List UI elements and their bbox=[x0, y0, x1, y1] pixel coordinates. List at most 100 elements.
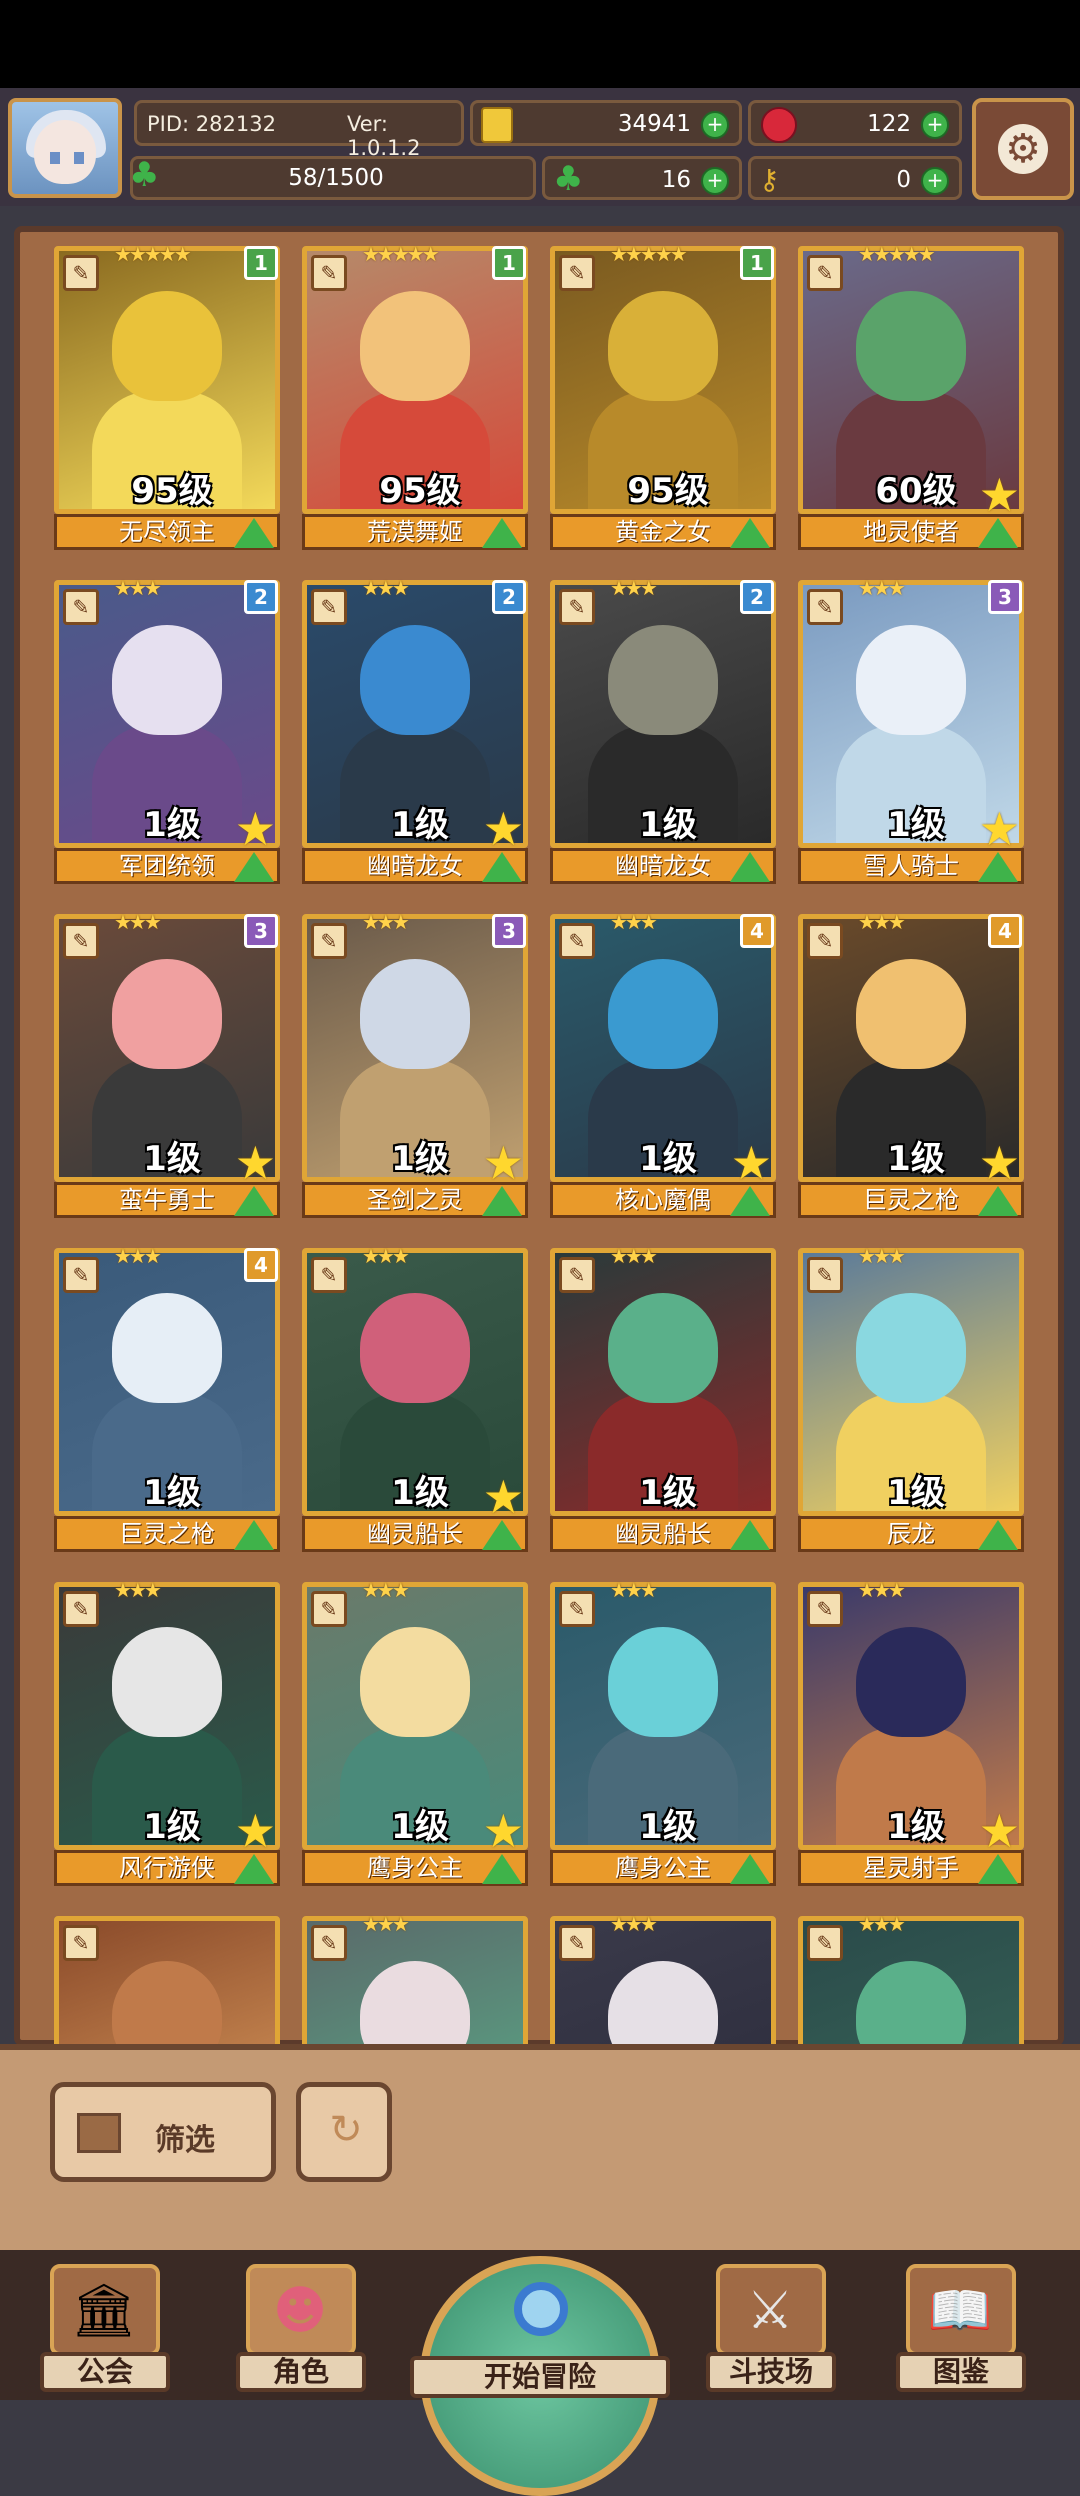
character-card[interactable]: ✎ 1级 ★★★ 2 ★ 幽暗龙女 bbox=[302, 576, 528, 886]
favorite-star-icon: ★ bbox=[978, 802, 1020, 856]
class-icon: ✎ bbox=[63, 1591, 99, 1627]
magnifier-icon bbox=[514, 2282, 568, 2336]
upgrade-arrow-icon bbox=[730, 518, 770, 548]
add-clover-button[interactable]: + bbox=[701, 167, 729, 195]
card-frame: ✎ 95级 bbox=[302, 246, 528, 514]
filter-button[interactable]: 筛选 bbox=[50, 2082, 276, 2182]
portrait-head bbox=[112, 1293, 222, 1403]
tier-badge: 3 bbox=[244, 914, 278, 948]
clover-value: 16 bbox=[661, 167, 691, 193]
character-card[interactable]: ✎ 1级 ★★★ 4 ★ 核心魔偶 bbox=[550, 910, 776, 1220]
character-card[interactable]: ✎ 1级 ★★★ 2 ★ 军团统领 bbox=[54, 576, 280, 886]
nav-guild[interactable]: 🏛 公会 bbox=[40, 2254, 170, 2394]
star-rating: ★★★ bbox=[610, 1578, 658, 1602]
favorite-star-icon: ★ bbox=[978, 468, 1020, 522]
character-card[interactable]: ✎ 1级 ★★★ ★ 幽灵船长 bbox=[302, 1244, 528, 1554]
character-card[interactable]: ✎ 95级 ★★★★★ 1 荒漠舞姬 bbox=[302, 246, 528, 552]
character-card[interactable]: ✎ 1级 ★★★ 4 ★ 巨灵之枪 bbox=[798, 910, 1024, 1220]
card-frame: ✎ 1级 bbox=[550, 580, 776, 848]
favorite-star-icon: ★ bbox=[234, 802, 276, 856]
grid-icon bbox=[77, 2113, 121, 2153]
character-card[interactable]: ✎ ★★★ bbox=[798, 1912, 1024, 2046]
avatar-face bbox=[34, 120, 96, 184]
character-card[interactable]: ✎ 1级 ★★★ 辰龙 bbox=[798, 1244, 1024, 1554]
star-rating: ★★★ bbox=[114, 576, 162, 600]
character-card[interactable]: ✎ 1级 ★★★ 3 ★ 圣剑之灵 bbox=[302, 910, 528, 1220]
character-card[interactable]: ✎ 95级 ★★★★★ 1 黄金之女 bbox=[550, 246, 776, 552]
class-icon: ✎ bbox=[63, 255, 99, 291]
nav-codex[interactable]: 📖 图鉴 bbox=[896, 2254, 1026, 2394]
character-card[interactable]: ✎ 1级 ★★★ ★ 星灵射手 bbox=[798, 1578, 1024, 1888]
upgrade-arrow-icon bbox=[730, 852, 770, 882]
status-bar bbox=[0, 0, 1080, 88]
character-card[interactable]: ✎ 1级 ★★★ 4 巨灵之枪 bbox=[54, 1244, 280, 1554]
version-text: Ver: 1.0.1.2 bbox=[347, 112, 421, 160]
class-icon: ✎ bbox=[807, 923, 843, 959]
character-card[interactable]: ✎ 95级 ★★★★★ 1 无尽领主 bbox=[54, 246, 280, 552]
class-icon: ✎ bbox=[63, 1257, 99, 1293]
upgrade-arrow-icon bbox=[234, 1520, 274, 1550]
class-icon: ✎ bbox=[311, 1591, 347, 1627]
character-card[interactable]: ✎ 1级 ★★★ 3 ★ 蛮牛勇士 bbox=[54, 910, 280, 1220]
upgrade-arrow-icon bbox=[978, 1186, 1018, 1216]
upgrade-arrow-icon bbox=[234, 1854, 274, 1884]
favorite-star-icon: ★ bbox=[234, 1136, 276, 1190]
character-grid[interactable]: ✎ 95级 ★★★★★ 1 无尽领主 ✎ 95级 ★★★★★ 1 荒漠舞姬 ✎ 95级 ★★★★★ 1 黄金… bbox=[54, 246, 1034, 2046]
character-card[interactable]: ✎ bbox=[54, 1916, 280, 2046]
tier-badge: 4 bbox=[988, 914, 1022, 948]
class-icon: ✎ bbox=[807, 255, 843, 291]
star-rating: ★★★ bbox=[362, 1578, 410, 1602]
class-icon: ✎ bbox=[807, 1257, 843, 1293]
nav-start-adventure[interactable]: 开始冒险 bbox=[410, 2256, 670, 2496]
tier-badge: 2 bbox=[244, 580, 278, 614]
character-card[interactable]: ✎ 1级 ★★★ 幽灵船长 bbox=[550, 1244, 776, 1554]
portrait-head bbox=[856, 291, 966, 401]
nav-arena[interactable]: ⚔ 斗技场 bbox=[706, 2254, 836, 2394]
tier-badge: 2 bbox=[492, 580, 526, 614]
settings-button[interactable]: ⚙ bbox=[972, 98, 1074, 200]
class-icon: ✎ bbox=[559, 1257, 595, 1293]
portrait-head bbox=[360, 1293, 470, 1403]
card-level: 95级 bbox=[379, 471, 461, 511]
class-icon: ✎ bbox=[559, 589, 595, 625]
star-rating: ★★★ bbox=[858, 910, 906, 934]
character-card[interactable]: ✎ 1级 ★★★ ★ 鹰身公主 bbox=[302, 1578, 528, 1888]
upgrade-arrow-icon bbox=[234, 852, 274, 882]
character-card[interactable]: ✎ 1级 ★★★ ★ 风行游侠 bbox=[54, 1578, 280, 1888]
star-rating: ★★★ bbox=[362, 1912, 410, 1936]
card-frame: ✎ 1级 bbox=[54, 1248, 280, 1516]
class-icon: ✎ bbox=[63, 923, 99, 959]
star-rating: ★★★ bbox=[610, 576, 658, 600]
portrait-head bbox=[856, 959, 966, 1069]
portrait-head bbox=[856, 1961, 966, 2046]
nav-character[interactable]: ☻ 角色 bbox=[236, 2254, 366, 2394]
character-card[interactable]: ✎ ★★★ bbox=[550, 1912, 776, 2046]
character-card[interactable]: ✎ 1级 ★★★ 2 幽暗龙女 bbox=[550, 576, 776, 886]
favorite-star-icon: ★ bbox=[482, 802, 524, 856]
star-rating: ★★★ bbox=[858, 576, 906, 600]
portrait-head bbox=[360, 1627, 470, 1737]
card-frame: ✎ 95级 bbox=[54, 246, 280, 514]
key-icon: ⚷ bbox=[759, 163, 780, 196]
class-icon: ✎ bbox=[807, 1925, 843, 1961]
reset-button[interactable]: ↻ bbox=[296, 2082, 392, 2182]
character-card[interactable]: ✎ 1级 ★★★ 3 ★ 雪人骑士 bbox=[798, 576, 1024, 886]
favorite-star-icon: ★ bbox=[482, 1470, 524, 1524]
card-level: 1级 bbox=[639, 805, 697, 845]
gold-counter: 34941 + bbox=[470, 100, 742, 146]
upgrade-arrow-icon bbox=[482, 1854, 522, 1884]
player-avatar[interactable] bbox=[8, 98, 122, 198]
upgrade-arrow-icon bbox=[978, 518, 1018, 548]
gem-counter: 122 + bbox=[748, 100, 962, 146]
portrait-head bbox=[856, 625, 966, 735]
character-card[interactable]: ✎ ★★★ bbox=[302, 1912, 528, 2046]
add-gem-button[interactable]: + bbox=[921, 111, 949, 139]
character-card[interactable]: ✎ 60级 ★★★★★ ★ 地灵使者 bbox=[798, 246, 1024, 552]
card-frame: ✎ bbox=[550, 1916, 776, 2046]
add-key-button[interactable]: + bbox=[921, 167, 949, 195]
favorite-star-icon: ★ bbox=[482, 1804, 524, 1858]
upgrade-arrow-icon bbox=[978, 852, 1018, 882]
character-card[interactable]: ✎ 1级 ★★★ 鹰身公主 bbox=[550, 1578, 776, 1888]
add-gold-button[interactable]: + bbox=[701, 111, 729, 139]
stamina-bar: ♣ 58/1500 bbox=[129, 156, 536, 200]
